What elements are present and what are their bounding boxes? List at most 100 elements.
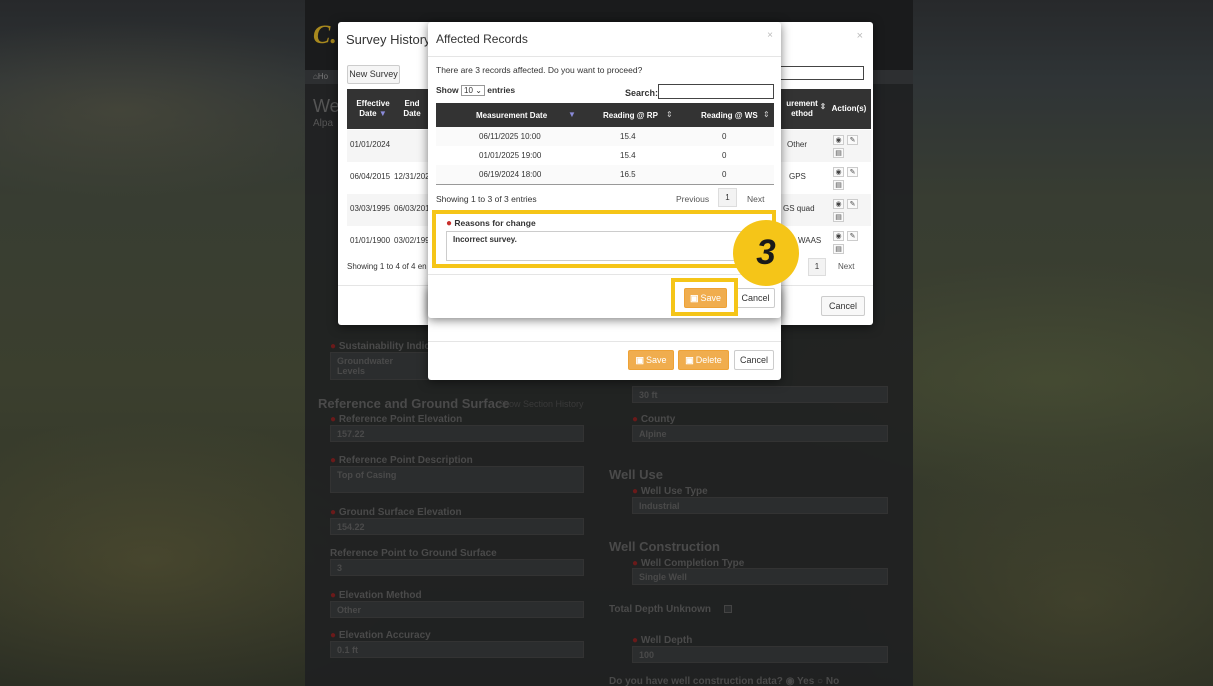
total-depth-unknown-label: Total Depth Unknown: [609, 604, 712, 615]
affected-search-input[interactable]: [658, 84, 774, 99]
elev-method-select[interactable]: Other: [330, 601, 584, 618]
site-logo: C.: [313, 20, 337, 49]
survey-table-info: Showing 1 to 4 of 4 en: [347, 262, 427, 271]
col-reading-ws[interactable]: Reading @ WS: [701, 111, 758, 120]
col-measurement-method[interactable]: urement ethod: [785, 99, 819, 119]
divider: [436, 184, 774, 185]
sort-icon: ⇕: [666, 110, 673, 119]
save-icon: ▣: [635, 355, 644, 365]
previous-link[interactable]: Previous: [676, 194, 709, 204]
affected-table-header: Measurement Date ▼ Reading @ RP ⇕ Readin…: [436, 103, 774, 127]
table-row: 06/11/2025 10:00 15.4 0: [436, 127, 774, 146]
step-badge: 3: [733, 220, 799, 286]
view-icon[interactable]: ◉: [833, 231, 844, 241]
close-icon[interactable]: ×: [767, 30, 773, 41]
view-icon[interactable]: ◉: [833, 167, 844, 177]
table-row: 01/01/2025 19:00 15.4 0: [479, 151, 727, 160]
survey-cancel-button[interactable]: Cancel: [821, 296, 865, 316]
view-icon[interactable]: ◉: [833, 135, 844, 145]
sort-icon: ⇕: [819, 102, 827, 111]
section-well-use: Well Use: [609, 467, 663, 482]
gs-elev-label: ● Ground Surface Elevation: [330, 507, 462, 518]
datum-select[interactable]: 30 ft: [632, 386, 888, 403]
affected-page-1[interactable]: 1: [718, 188, 737, 207]
rp-to-gs-input[interactable]: 3: [330, 559, 584, 576]
affected-message: There are 3 records affected. Do you wan…: [436, 65, 643, 75]
affected-modal-title: Affected Records: [436, 32, 528, 46]
col-effective-date[interactable]: Effective Date ▼: [353, 99, 393, 119]
save-button-highlight: [671, 278, 738, 316]
completion-type-select[interactable]: Single Well: [632, 568, 888, 585]
new-survey-button[interactable]: New Survey: [347, 65, 400, 84]
save-icon: ▣: [685, 355, 694, 365]
sustainability-value[interactable]: Groundwater Levels: [330, 352, 430, 380]
nav-home-link[interactable]: Ho: [318, 72, 328, 81]
calendar-icon[interactable]: ▤: [833, 180, 844, 190]
calendar-icon[interactable]: ▤: [833, 212, 844, 222]
row-actions: ◉ ✎ ▤: [831, 135, 865, 159]
col-measurement-date[interactable]: Measurement Date: [476, 111, 547, 120]
well-use-type-select[interactable]: Industrial: [632, 497, 888, 514]
section-ref-ground: Reference and Ground Surface: [318, 396, 510, 411]
row-actions: ◉ ✎ ▤: [831, 231, 865, 255]
page-title: We: [313, 96, 340, 116]
search-label: Search:: [625, 88, 659, 98]
col-end-date[interactable]: End Date: [397, 99, 427, 119]
table-row: 06/19/2024 18:00 16.5 0: [436, 165, 774, 184]
rp-to-gs-label: Reference Point to Ground Surface: [330, 548, 497, 559]
section-well-construction: Well Construction: [609, 539, 720, 554]
close-icon[interactable]: ×: [857, 30, 863, 42]
edit-icon[interactable]: ✎: [847, 167, 858, 177]
well-depth-input[interactable]: 100: [632, 646, 888, 663]
next-link[interactable]: Next: [747, 194, 764, 204]
sort-icon: ⇕: [763, 110, 770, 119]
chevron-down-icon: ⌄: [475, 86, 482, 95]
entries-select[interactable]: 10 ⌄: [461, 85, 485, 96]
divider: [428, 56, 781, 57]
affected-cancel-button[interactable]: Cancel: [736, 288, 775, 308]
elev-accuracy-label: ● Elevation Accuracy: [330, 630, 431, 641]
well-depth-label: ● Well Depth: [632, 635, 693, 646]
reasons-highlight: ● Reasons for change Incorrect survey.: [432, 210, 776, 268]
affected-records-modal: Affected Records × There are 3 records a…: [428, 22, 781, 318]
reasons-label: ● Reasons for change: [446, 218, 536, 229]
edit-cancel-button[interactable]: Cancel: [734, 350, 774, 370]
edit-save-button[interactable]: ▣ Save: [628, 350, 674, 370]
section-history-link[interactable]: Show Section History: [498, 399, 584, 409]
construction-question: Do you have well construction data? ◉ Ye…: [609, 676, 840, 686]
survey-modal-title: Survey History: [346, 32, 431, 47]
edit-delete-button[interactable]: ▣ Delete: [678, 350, 729, 370]
sort-desc-icon: ▼: [568, 110, 576, 119]
elev-accuracy-select[interactable]: 0.1 ft: [330, 641, 584, 658]
well-use-type-label: ● Well Use Type: [632, 486, 708, 497]
elev-method-label: ● Elevation Method: [330, 590, 422, 601]
reasons-textarea[interactable]: Incorrect survey.: [446, 231, 766, 261]
calendar-icon[interactable]: ▤: [833, 148, 844, 158]
rp-desc-label: ● Reference Point Description: [330, 455, 473, 466]
divider: [428, 274, 781, 275]
edit-icon[interactable]: ✎: [847, 135, 858, 145]
show-entries: Show 10 ⌄ entries: [436, 85, 516, 96]
rp-desc-input[interactable]: Top of Casing: [330, 466, 584, 493]
rp-elev-input[interactable]: 157.22: [330, 425, 584, 442]
col-actions: Action(s): [831, 104, 867, 113]
edit-icon[interactable]: ✎: [847, 199, 858, 209]
total-depth-unknown-checkbox[interactable]: [724, 605, 732, 613]
divider: [428, 341, 781, 342]
county-select[interactable]: Alpine: [632, 425, 888, 442]
rp-elev-label: ● Reference Point Elevation: [330, 414, 463, 425]
survey-search-input[interactable]: [778, 66, 864, 80]
page-subtitle: Alpa: [313, 118, 334, 129]
survey-next-link[interactable]: Next: [838, 262, 854, 271]
row-actions: ◉ ✎ ▤: [831, 167, 865, 191]
affected-table-info: Showing 1 to 3 of 3 entries: [436, 194, 537, 204]
sort-desc-icon: ▼: [378, 109, 387, 118]
gs-elev-input[interactable]: 154.22: [330, 518, 584, 535]
survey-page-1[interactable]: 1: [808, 258, 826, 276]
county-label: ● County: [632, 414, 676, 425]
edit-icon[interactable]: ✎: [847, 231, 858, 241]
col-reading-rp[interactable]: Reading @ RP: [603, 111, 658, 120]
calendar-icon[interactable]: ▤: [833, 244, 844, 254]
row-actions: ◉ ✎ ▤: [831, 199, 865, 223]
view-icon[interactable]: ◉: [833, 199, 844, 209]
